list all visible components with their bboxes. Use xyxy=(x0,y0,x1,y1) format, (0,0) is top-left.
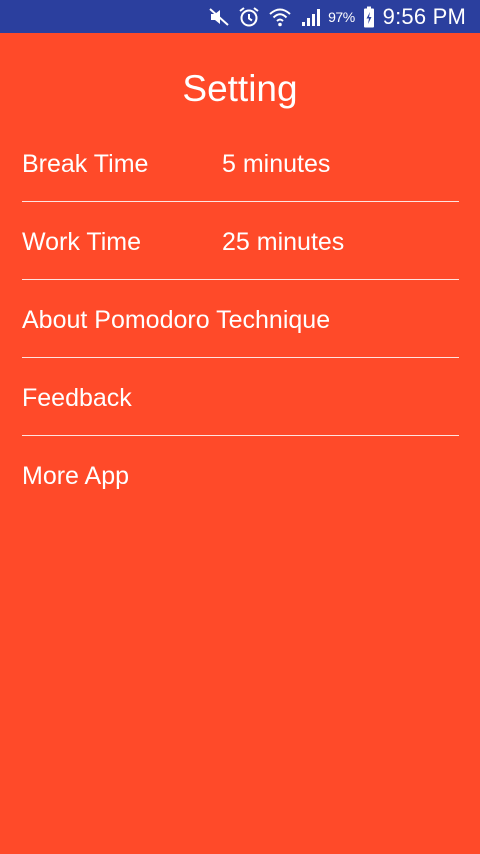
setting-more-app[interactable]: More App xyxy=(22,436,459,514)
settings-list: Break Time 5 minutes Work Time 25 minute… xyxy=(22,124,459,514)
setting-label: Break Time xyxy=(22,150,149,178)
setting-break-time[interactable]: Break Time 5 minutes xyxy=(22,124,459,202)
alarm-icon xyxy=(238,5,260,29)
mute-icon xyxy=(208,5,230,29)
status-time: 9:56 PM xyxy=(382,3,466,29)
setting-label: Work Time xyxy=(22,228,141,256)
page-title: Setting xyxy=(182,68,298,109)
settings-screen: Setting Break Time 5 minutes Work Time 2… xyxy=(0,33,480,854)
battery-icon xyxy=(363,5,375,29)
setting-label: More App xyxy=(22,462,130,490)
signal-icon xyxy=(300,5,322,29)
setting-label: Feedback xyxy=(22,384,132,412)
setting-label: About Pomodoro Technique xyxy=(22,306,331,334)
status-bar: 97% 9:56 PM xyxy=(0,0,480,33)
setting-value: 25 minutes xyxy=(222,228,345,256)
setting-about-pomodoro[interactable]: About Pomodoro Technique xyxy=(22,280,459,358)
wifi-icon xyxy=(268,5,292,29)
setting-value: 5 minutes xyxy=(222,150,331,178)
battery-percent: 97% xyxy=(328,8,355,25)
setting-work-time[interactable]: Work Time 25 minutes xyxy=(22,202,459,280)
setting-feedback[interactable]: Feedback xyxy=(22,358,459,436)
